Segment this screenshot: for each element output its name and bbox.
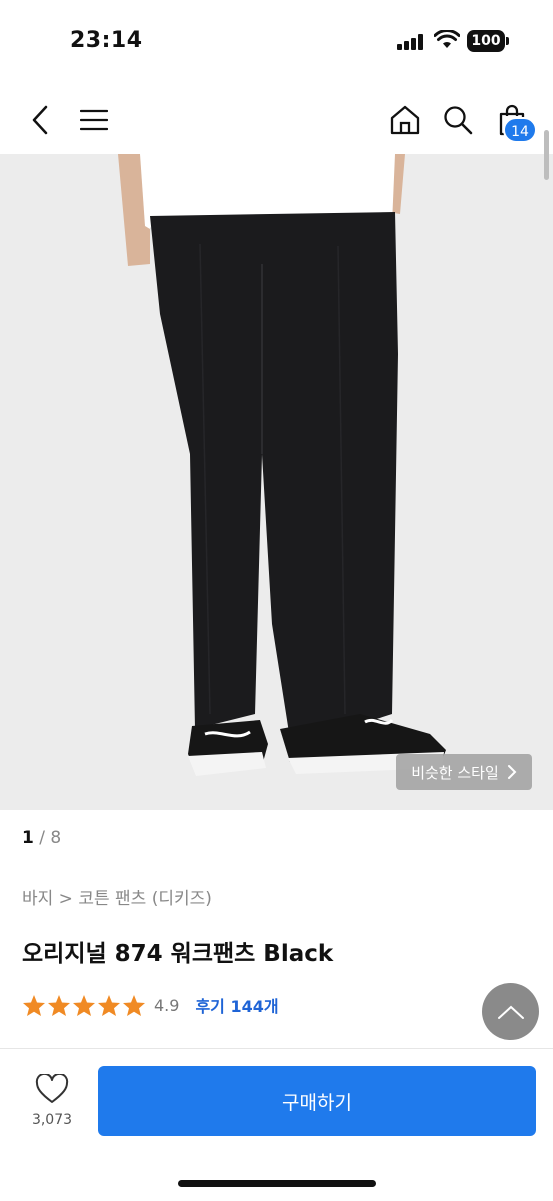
image-pager: 1 / 8 <box>22 828 62 848</box>
like-count: 3,073 <box>31 1112 73 1128</box>
home-button[interactable] <box>385 100 425 140</box>
star-icon <box>23 994 45 1016</box>
status-time: 23:14 <box>70 28 143 53</box>
search-button[interactable] <box>438 100 478 140</box>
cart-count-badge: 14 <box>503 117 537 143</box>
breadcrumb[interactable]: 바지 > 코튼 팬츠 (디키즈) <box>22 884 212 909</box>
buy-button[interactable]: 구매하기 <box>98 1066 536 1136</box>
battery-icon: 100 <box>467 30 505 52</box>
search-icon <box>444 106 473 135</box>
total-pages: 8 <box>50 828 62 848</box>
wifi-icon <box>434 30 460 48</box>
back-button[interactable] <box>20 100 60 140</box>
star-rating <box>22 994 146 1017</box>
scrollbar[interactable] <box>544 130 549 180</box>
like-button[interactable]: 3,073 <box>22 1072 82 1134</box>
rating-row: 4.9 후기 144개 <box>22 990 279 1020</box>
chevron-up-icon <box>497 1005 524 1019</box>
menu-icon <box>80 109 108 131</box>
product-photo <box>0 154 553 810</box>
star-icon <box>48 994 70 1016</box>
similar-style-button[interactable]: 비슷한 스타일 <box>396 754 532 790</box>
chevron-right-icon <box>507 765 517 779</box>
product-title: 오리지널 874 워크팬츠 Black <box>22 941 334 967</box>
home-icon <box>390 105 420 135</box>
similar-style-label: 비슷한 스타일 <box>411 763 499 782</box>
rating-score: 4.9 <box>154 995 180 1015</box>
top-nav <box>0 84 553 154</box>
status-bar: 23:14 100 <box>0 0 553 84</box>
heart-icon <box>35 1072 69 1103</box>
menu-button[interactable] <box>74 100 114 140</box>
home-indicator <box>178 1180 376 1187</box>
scroll-to-top-button[interactable] <box>482 983 539 1040</box>
current-page: 1 <box>22 828 34 848</box>
battery-tip <box>506 37 509 45</box>
product-image[interactable] <box>0 154 553 810</box>
reviews-link[interactable]: 후기 144개 <box>195 993 278 1017</box>
star-icon <box>123 994 145 1016</box>
chevron-left-icon <box>32 105 48 135</box>
star-icon <box>73 994 95 1016</box>
star-icon <box>98 994 120 1016</box>
signal-icon <box>397 34 427 50</box>
